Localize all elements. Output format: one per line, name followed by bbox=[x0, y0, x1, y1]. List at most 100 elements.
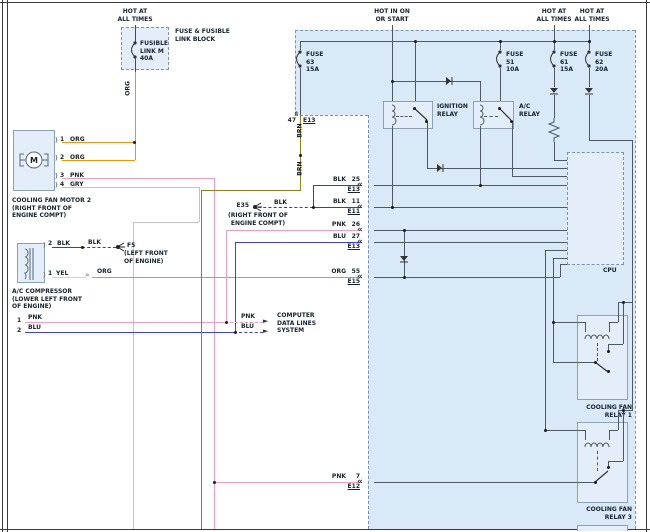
wire-segment bbox=[597, 451, 598, 471]
junction-dot bbox=[225, 321, 228, 324]
wire-segment bbox=[62, 178, 214, 179]
wire-segment bbox=[62, 187, 199, 188]
wire-segment bbox=[374, 482, 595, 483]
wire-segment bbox=[396, 116, 412, 117]
wire-segment bbox=[62, 142, 135, 143]
diode-icon bbox=[437, 164, 444, 172]
junction-box-edge bbox=[295, 115, 368, 116]
conn-row-color: PNK bbox=[331, 221, 346, 228]
junction-box-edge bbox=[295, 30, 635, 31]
wire-segment bbox=[545, 430, 585, 431]
wire-segment bbox=[554, 160, 567, 161]
wire-color-label: PNK bbox=[28, 314, 43, 321]
junction-dot bbox=[312, 206, 315, 209]
cpu-label: CPU bbox=[603, 267, 617, 274]
wire-segment bbox=[589, 140, 633, 141]
resistor-icon bbox=[547, 118, 561, 142]
diode-icon bbox=[400, 256, 408, 263]
junction-dot bbox=[607, 466, 610, 469]
relay-coil-icon bbox=[584, 334, 610, 340]
wire-color-label-brn: BRN bbox=[296, 123, 304, 138]
compressor-caption: A/C COMPRESSOR (LOWER LEFT FRONT OF ENGI… bbox=[12, 288, 83, 310]
wiring-diagram: HOT AT ALL TIMES FUSE & FUSIBLE LINK BLO… bbox=[0, 0, 650, 532]
relay-coil-icon bbox=[391, 104, 397, 126]
wire-color-label: BLK bbox=[88, 239, 102, 246]
pin-connector-icon: ) bbox=[55, 182, 58, 189]
junction-dot bbox=[414, 40, 417, 43]
wire-segment bbox=[199, 187, 200, 222]
junction-dot bbox=[594, 361, 597, 364]
wire-segment bbox=[0, 529, 650, 530]
junction-dot bbox=[607, 370, 610, 373]
wire-segment bbox=[632, 140, 633, 410]
junction-dot bbox=[234, 331, 237, 334]
wire-color-label-org: ORG bbox=[124, 81, 132, 96]
relay-coil-icon bbox=[479, 104, 485, 126]
conn-row-color: PNK bbox=[331, 473, 346, 480]
junction-dot bbox=[498, 107, 501, 110]
wire-segment bbox=[214, 178, 215, 529]
junction-dot bbox=[499, 40, 502, 43]
wire-segment bbox=[300, 41, 590, 42]
wire-color-label: ORG bbox=[97, 268, 112, 275]
junction-dot bbox=[299, 154, 302, 157]
junction-dot bbox=[413, 107, 416, 110]
ground-id-label: F5 bbox=[127, 242, 136, 249]
hot-at-all-times-label: HOT AT ALL TIMES bbox=[574, 8, 610, 23]
wire-segment bbox=[484, 116, 498, 117]
arrow-right-icon: ► bbox=[263, 317, 269, 325]
wire-segment bbox=[553, 322, 585, 323]
junction-dot bbox=[391, 80, 394, 83]
wire-segment bbox=[623, 302, 624, 344]
fuse-fusible-link-block-label: FUSE & FUSIBLE LINK BLOCK bbox=[175, 28, 230, 43]
fuse-label: FUSE 63 15A bbox=[306, 51, 324, 73]
fuse-icon bbox=[496, 50, 502, 68]
wire-segment bbox=[560, 264, 561, 277]
fuse-icon bbox=[296, 50, 302, 68]
wire-segment bbox=[374, 185, 567, 186]
fuse-icon bbox=[585, 50, 591, 68]
motor-caption: COOLING FAN MOTOR 2 (RIGHT FRONT OF ENGI… bbox=[12, 197, 92, 219]
fusible-link-icon bbox=[131, 41, 137, 59]
junction-dot bbox=[403, 229, 406, 232]
connector-icon: « bbox=[357, 180, 363, 190]
splice-icon: » bbox=[85, 271, 90, 279]
junction-dot bbox=[553, 40, 556, 43]
motor-icon: M bbox=[19, 151, 49, 169]
wire-segment bbox=[589, 68, 590, 87]
conn-row-color: BLK bbox=[332, 198, 346, 205]
wire-segment bbox=[646, 0, 647, 532]
pin-connector-icon: ) bbox=[43, 242, 46, 249]
wire-segment bbox=[618, 410, 619, 430]
wire-segment bbox=[133, 222, 134, 529]
wire-num-label: 1 bbox=[17, 317, 22, 324]
computer-data-lines-label: COMPUTER DATA LINES SYSTEM bbox=[277, 312, 317, 334]
wire-segment bbox=[608, 461, 623, 462]
conn-row-color: BLU bbox=[332, 233, 346, 240]
wire-segment bbox=[135, 72, 136, 160]
hot-at-all-times-label: HOT AT ALL TIMES bbox=[117, 8, 153, 23]
wire-segment bbox=[226, 230, 362, 231]
pin-connector-icon: ) bbox=[55, 155, 58, 162]
junction-dot bbox=[622, 409, 625, 412]
wire-segment bbox=[427, 168, 567, 169]
ac-relay-label: A/C RELAY bbox=[519, 103, 540, 118]
wire-segment bbox=[480, 126, 481, 185]
wire-segment bbox=[404, 230, 405, 277]
compressor-coil-icon bbox=[23, 248, 34, 280]
cooling-fan-relay1-label: COOLING FAN RELAY 1 bbox=[586, 404, 632, 419]
wire-segment bbox=[553, 362, 595, 363]
wire-segment bbox=[25, 332, 235, 333]
wire-segment bbox=[609, 430, 618, 431]
wire-segment bbox=[608, 344, 623, 345]
junction-dot bbox=[213, 481, 216, 484]
wire-segment bbox=[427, 121, 428, 168]
wire-segment bbox=[133, 222, 199, 223]
junction-dot bbox=[607, 350, 610, 353]
wire-segment bbox=[392, 126, 393, 207]
wire-segment bbox=[374, 207, 567, 208]
hot-in-on-label: HOT IN ON OR START bbox=[374, 8, 410, 23]
wire-segment bbox=[545, 250, 546, 430]
junction-box-edge bbox=[295, 30, 296, 115]
wire-segment bbox=[545, 250, 567, 251]
